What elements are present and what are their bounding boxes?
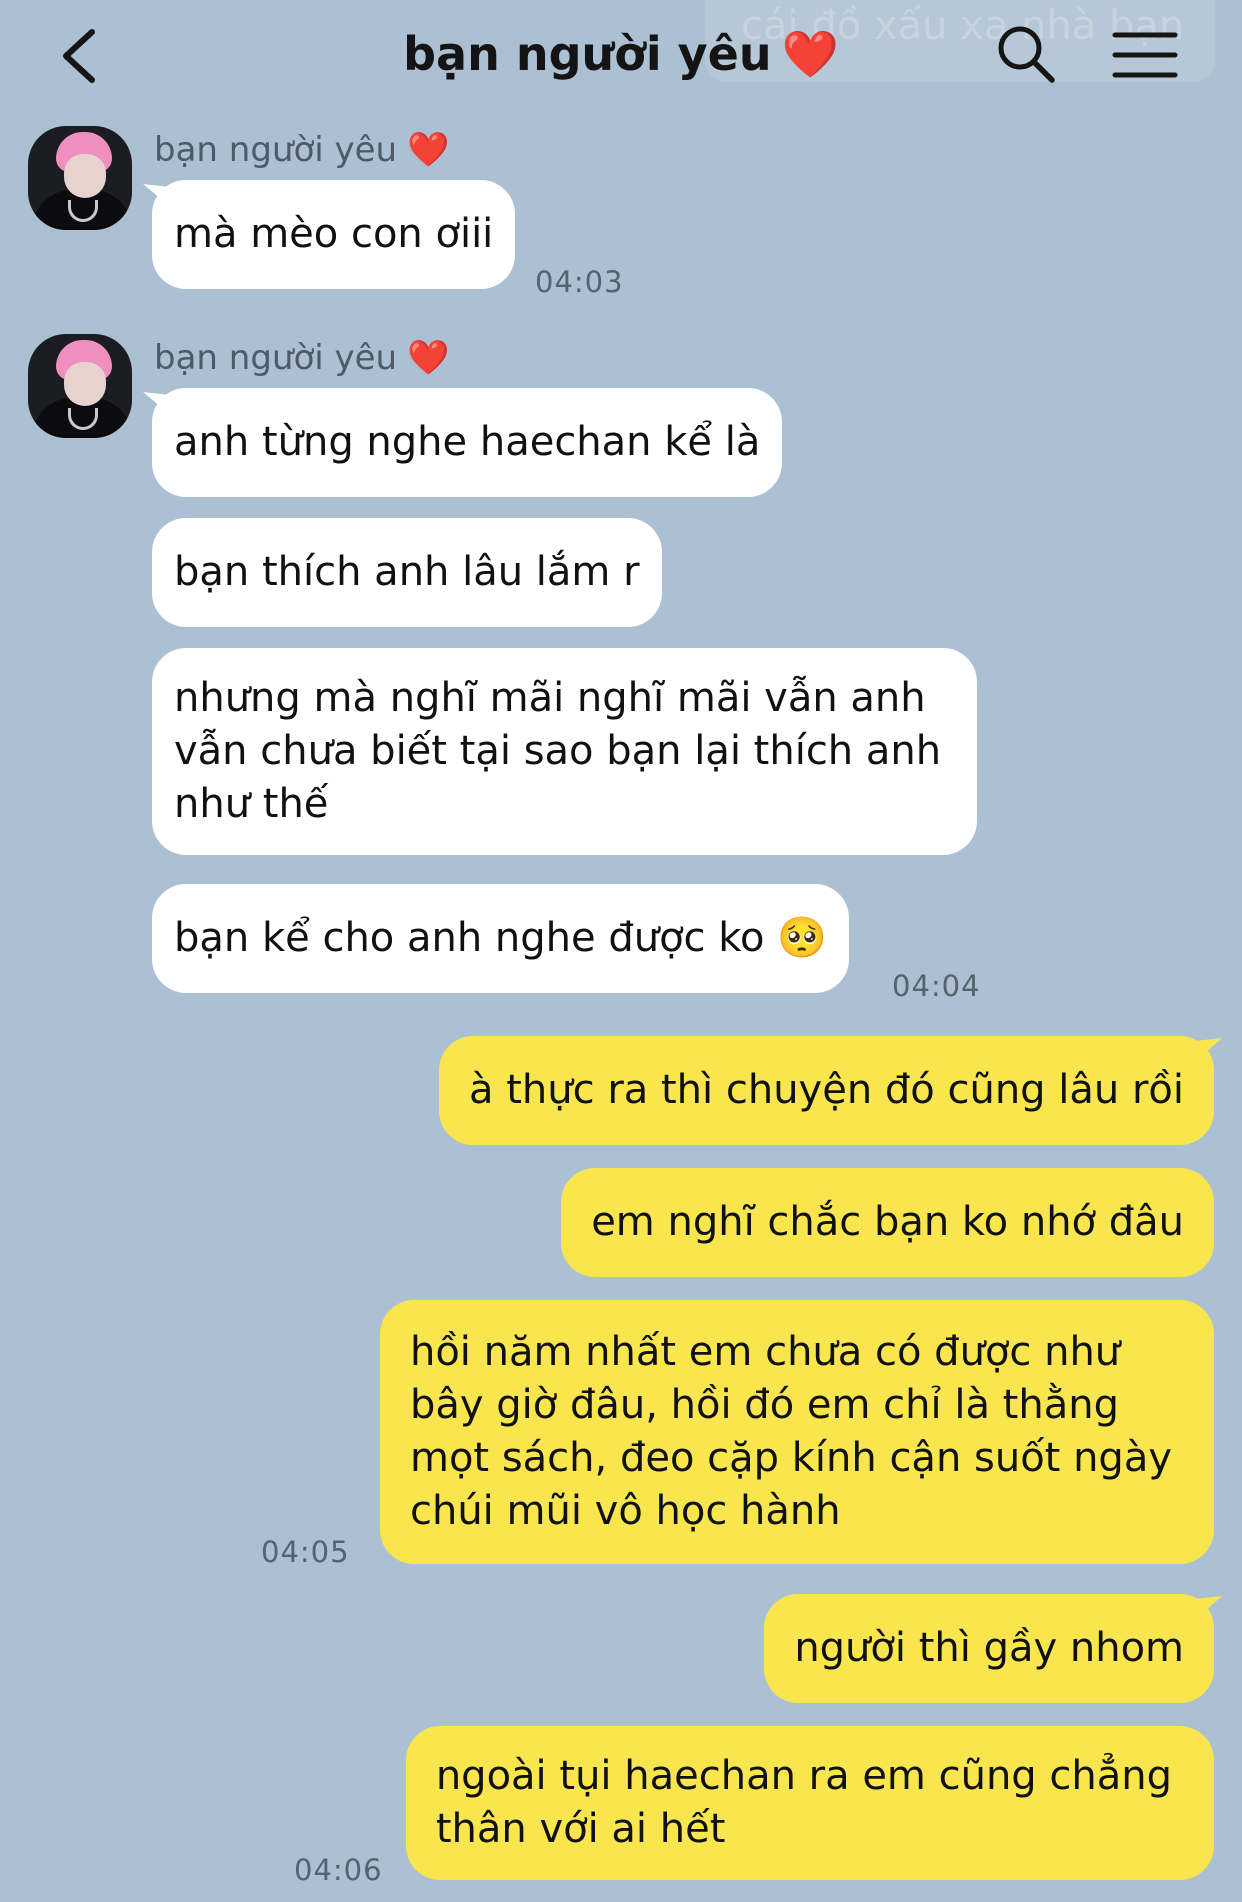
heart-emoji: ❤️ xyxy=(407,338,450,378)
sender-name: bạn người yêu ❤️ xyxy=(154,128,449,172)
message-bubble-incoming[interactable]: bạn thích anh lâu lắm r xyxy=(152,518,662,627)
heart-emoji: ❤️ xyxy=(407,130,450,170)
sender-name-text: bạn người yêu xyxy=(154,338,398,378)
message-bubble-outgoing[interactable]: người thì gầy nhom xyxy=(764,1594,1214,1703)
message-bubble-incoming[interactable]: nhưng mà nghĩ mãi nghĩ mãi vẫn anh vẫn c… xyxy=(152,648,978,855)
message-bubble-outgoing[interactable]: em nghĩ chắc bạn ko nhớ đâu xyxy=(561,1168,1214,1277)
message-time: 04:06 xyxy=(294,1853,383,1887)
message-bubble-incoming[interactable]: mà mèo con ơiii xyxy=(152,180,516,289)
message-time: 04:05 xyxy=(261,1535,350,1569)
sender-name: bạn người yêu ❤️ xyxy=(154,336,449,380)
hamburger-menu-icon[interactable] xyxy=(1112,30,1178,80)
message-bubble-outgoing[interactable]: à thực ra thì chuyện đó cũng lâu rồi xyxy=(439,1036,1214,1145)
avatar[interactable] xyxy=(28,126,132,230)
avatar[interactable] xyxy=(28,334,132,438)
search-icon[interactable] xyxy=(996,24,1056,84)
sender-name-text: bạn người yêu xyxy=(154,130,398,170)
message-time: 04:04 xyxy=(892,969,981,1003)
chat-header: cái đồ xấu xa nhà bạn bạn người yêu ❤️ xyxy=(0,0,1242,104)
message-time: 04:03 xyxy=(535,265,624,299)
message-bubble-incoming[interactable]: anh từng nghe haechan kể là xyxy=(152,388,783,497)
chat-title-text: bạn người yêu xyxy=(403,27,772,81)
message-bubble-incoming[interactable]: bạn kể cho anh nghe được ko 🥺 xyxy=(152,884,849,993)
message-bubble-outgoing[interactable]: hồi năm nhất em chưa có được như bây giờ… xyxy=(379,1300,1214,1564)
message-bubble-outgoing[interactable]: ngoài tụi haechan ra em cũng chẳng thân … xyxy=(405,1726,1214,1880)
heart-emoji: ❤️ xyxy=(781,27,839,81)
